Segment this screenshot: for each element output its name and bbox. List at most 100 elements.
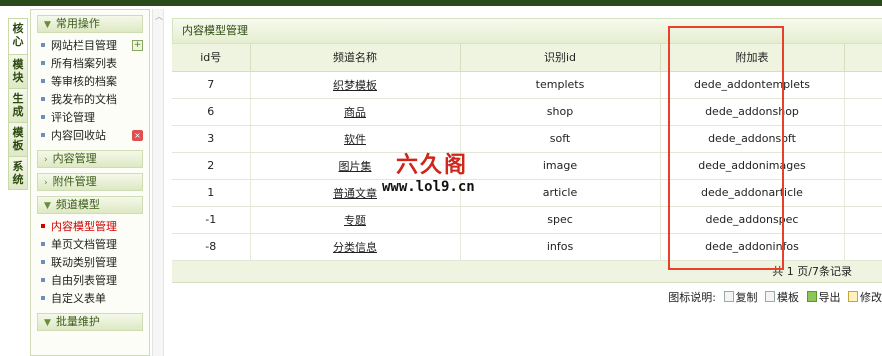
bullet-icon	[41, 43, 45, 47]
channel-name-link[interactable]: 商品	[344, 106, 366, 119]
panel-splitter[interactable]: ︿	[152, 9, 164, 356]
channel-name-link[interactable]: 织梦模板	[333, 79, 377, 92]
cell-id: 1	[172, 179, 251, 207]
legend-template-label: 模板	[777, 290, 799, 304]
col-header-channel-name: 频道名称	[250, 44, 461, 72]
menu-item-pending-archives[interactable]: 等审核的档案	[31, 73, 149, 91]
cell-identifier: infos	[460, 233, 661, 261]
cell-addon-table: dede_addonsoft	[660, 125, 845, 153]
menu-item-label: 网站栏目管理	[51, 39, 117, 52]
table-row: 2 图片集 image dede_addonimages	[172, 152, 882, 180]
chevron-down-icon: ▼	[44, 20, 51, 30]
channel-name-link[interactable]: 软件	[344, 133, 366, 146]
edit-icon	[848, 291, 858, 302]
cell-identifier: templets	[460, 71, 661, 99]
legend-edit-label: 修改	[860, 290, 882, 304]
export-icon	[806, 291, 817, 302]
menu-item-label: 自定义表单	[51, 292, 106, 305]
menu-item-linked-categories[interactable]: 联动类别管理	[31, 254, 149, 272]
cell-identifier: article	[460, 179, 661, 207]
bullet-icon	[41, 115, 45, 119]
cell-addon-table: dede_addoninfos	[660, 233, 845, 261]
cell-actions	[844, 152, 882, 180]
menu-item-content-model[interactable]: 内容模型管理	[31, 218, 149, 236]
group-label: 批量维护	[55, 315, 100, 328]
vtab-system[interactable]: 系统	[8, 156, 28, 190]
col-header-id: id号	[172, 44, 251, 72]
cell-addon-table: dede_addonspec	[660, 206, 845, 234]
table-row: 1 普通文章 article dede_addonarticle	[172, 179, 882, 207]
vtab-template[interactable]: 模板	[8, 122, 28, 156]
table-row: 7 织梦模板 templets dede_addontemplets	[172, 71, 882, 99]
col-header-identifier: 识别id	[460, 44, 661, 72]
table-row: 6 商品 shop dede_addonshop	[172, 98, 882, 126]
menu-group-batch[interactable]: ▼ 批量维护	[37, 313, 143, 331]
trash-icon[interactable]: ×	[132, 130, 143, 141]
copy-icon	[723, 291, 734, 302]
bullet-icon	[41, 79, 45, 83]
bullet-icon	[41, 224, 45, 228]
channel-name-link[interactable]: 普通文章	[333, 187, 377, 200]
menu-item-single-page[interactable]: 单页文档管理	[31, 236, 149, 254]
legend-template: 模板	[765, 291, 799, 304]
menu-item-label: 内容模型管理	[51, 220, 117, 233]
cell-identifier: spec	[460, 206, 661, 234]
menu-item-label: 评论管理	[51, 111, 95, 124]
table-row: -8 分类信息 infos dede_addoninfos	[172, 233, 882, 261]
menu-item-label: 我发布的文档	[51, 93, 117, 106]
legend-copy: 复制	[723, 290, 758, 304]
menu-item-label: 所有档案列表	[51, 57, 117, 70]
menu-group-content[interactable]: › 内容管理	[37, 150, 143, 168]
channel-name-link[interactable]: 图片集	[339, 160, 372, 173]
pager: 共 1 页/7条记录	[172, 260, 882, 283]
pager-text: 共 1 页/7条记录	[772, 264, 852, 278]
group-label: 附件管理	[52, 175, 97, 188]
page-title: 内容模型管理	[172, 18, 882, 44]
vtab-module[interactable]: 模块	[8, 54, 28, 88]
menu-item-my-documents[interactable]: 我发布的文档	[31, 91, 149, 109]
left-menu: ▼ 常用操作 网站栏目管理 + 所有档案列表 等审核的档案 我发布的文档 评论管理…	[30, 9, 150, 356]
bullet-icon	[41, 242, 45, 246]
cell-identifier: image	[460, 152, 661, 180]
bullet-icon	[41, 296, 45, 300]
menu-group-channel-model[interactable]: ▼ 频道模型	[37, 196, 143, 214]
cell-actions	[844, 125, 882, 153]
group-label: 常用操作	[55, 17, 100, 30]
chevron-down-icon: ▼	[44, 318, 51, 328]
legend-edit: 修改	[848, 291, 882, 304]
bullet-icon	[41, 260, 45, 264]
menu-group-attachments[interactable]: › 附件管理	[37, 173, 143, 191]
channel-name-link[interactable]: 分类信息	[333, 241, 377, 254]
legend-export: 导出	[806, 290, 841, 304]
cell-addon-table: dede_addontemplets	[660, 71, 845, 99]
legend-export-label: 导出	[818, 290, 841, 304]
table-row: 3 软件 soft dede_addonsoft	[172, 125, 882, 153]
bullet-icon	[41, 133, 45, 137]
menu-item-all-archives[interactable]: 所有档案列表	[31, 55, 149, 73]
menu-item-label: 内容回收站	[51, 129, 106, 142]
menu-item-recycle-bin[interactable]: 内容回收站 ×	[31, 127, 149, 145]
cell-id: 6	[172, 98, 251, 126]
vtab-generate[interactable]: 生成	[8, 88, 28, 122]
template-icon	[765, 291, 775, 302]
collapse-chevron-icon[interactable]: ︿	[155, 11, 163, 22]
cell-id: 2	[172, 152, 251, 180]
cell-actions	[844, 233, 882, 261]
menu-item-custom-form[interactable]: 自定义表单	[31, 290, 149, 308]
channel-name-link[interactable]: 专题	[344, 214, 366, 227]
group-label: 频道模型	[55, 198, 100, 211]
menu-item-free-list[interactable]: 自由列表管理	[31, 272, 149, 290]
menu-item-label: 联动类别管理	[51, 256, 117, 269]
menu-item-site-column[interactable]: 网站栏目管理 +	[31, 37, 149, 55]
add-column-icon[interactable]: +	[132, 40, 143, 51]
cell-id: -1	[172, 206, 251, 234]
vtab-core[interactable]: 核心	[8, 18, 28, 54]
menu-item-label: 自由列表管理	[51, 274, 117, 287]
cell-addon-table: dede_addonimages	[660, 152, 845, 180]
menu-item-comments[interactable]: 评论管理	[31, 109, 149, 127]
legend-copy-label: 复制	[735, 290, 758, 304]
menu-group-common[interactable]: ▼ 常用操作	[37, 15, 143, 33]
icon-legend: 图标说明: 复制 模板 导出 修改	[172, 283, 882, 313]
legend-label: 图标说明:	[668, 290, 716, 304]
col-header-addon-table: 附加表	[660, 44, 845, 72]
